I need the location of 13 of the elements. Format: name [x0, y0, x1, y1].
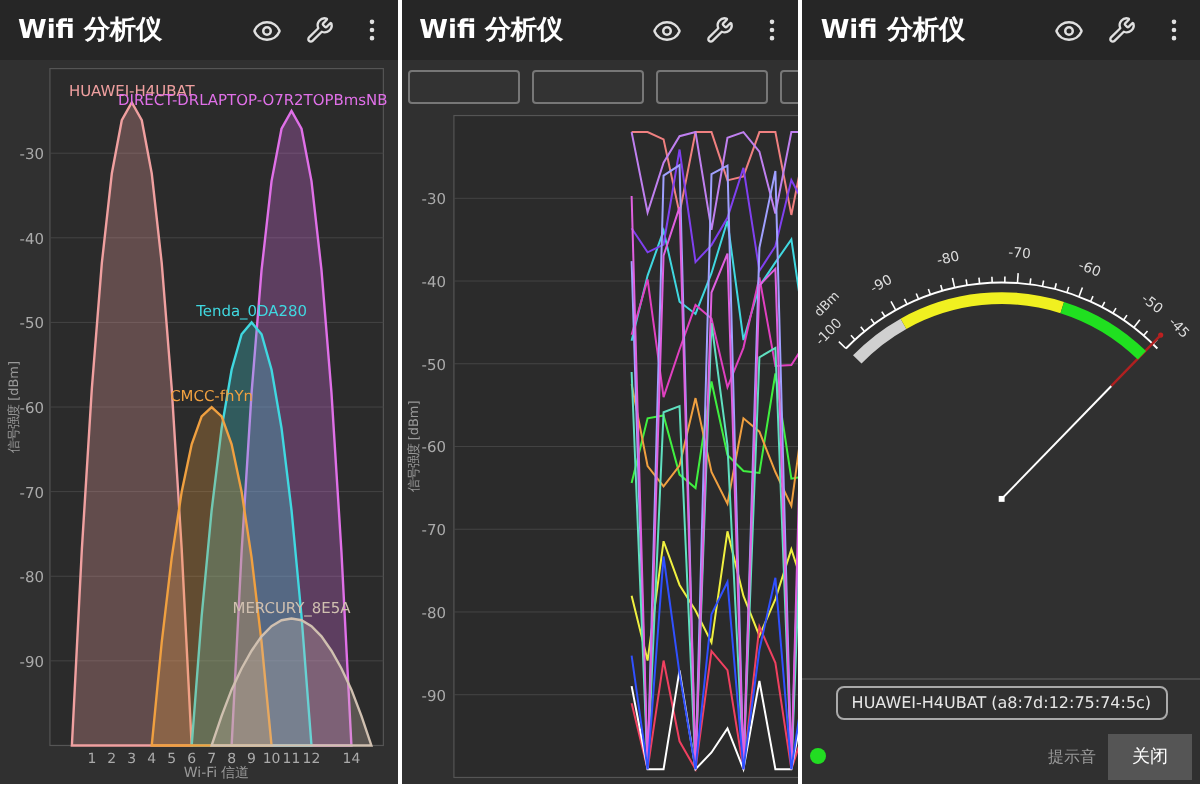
status-dot	[810, 748, 827, 764]
app-title: Wifi 分析仪	[419, 14, 566, 48]
app-title: Wifi 分析仪	[820, 14, 967, 48]
eye-icon[interactable]	[1054, 15, 1085, 45]
app-title: Wifi 分析仪	[18, 14, 164, 48]
network-field[interactable]: HUAWEI-H4UBAT (a8:7d:12:75:74:5c)	[835, 686, 1168, 720]
eye-icon[interactable]	[251, 15, 282, 45]
wrench-icon[interactable]	[305, 16, 334, 44]
sound-label: 提示音	[1048, 745, 1097, 767]
close-button[interactable]: 关闭	[1108, 733, 1193, 779]
wrench-icon[interactable]	[1108, 16, 1137, 44]
wrench-icon[interactable]	[706, 16, 735, 44]
eye-icon[interactable]	[652, 15, 683, 45]
